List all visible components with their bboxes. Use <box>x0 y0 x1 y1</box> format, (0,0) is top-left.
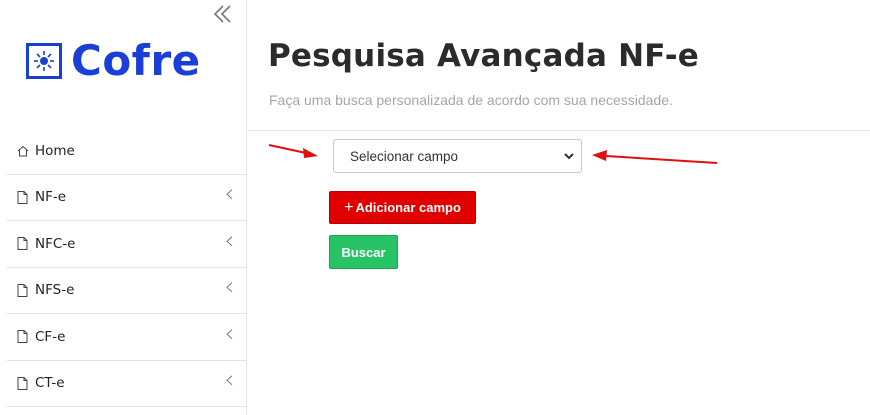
logo-text: Cofre <box>71 36 201 85</box>
divider <box>248 130 870 131</box>
search-button[interactable]: Buscar <box>329 235 398 269</box>
sidebar-item-cte[interactable]: CT-e <box>7 361 247 407</box>
page-subtitle: Faça uma busca personalizada de acordo c… <box>269 92 673 108</box>
collapse-sidebar-button[interactable] <box>212 3 234 25</box>
chevron-down-icon <box>563 150 575 165</box>
add-field-button[interactable]: + Adicionar campo <box>329 191 476 224</box>
add-field-label: Adicionar campo <box>355 200 461 215</box>
sidebar-item-nfse[interactable]: NFS-e <box>7 268 247 314</box>
sidebar-item-label: Home <box>35 142 75 159</box>
search-button-label: Buscar <box>341 244 386 260</box>
chevron-left-icon <box>226 374 233 390</box>
double-chevron-left-icon <box>213 5 231 23</box>
file-icon <box>17 190 31 204</box>
chevron-left-icon <box>226 327 233 343</box>
sidebar: Cofre Home NF-e NFC-e NFS-e CF-e CT-e <box>0 0 247 415</box>
field-select[interactable]: Selecionar campo <box>333 139 582 173</box>
plus-icon: + <box>344 198 354 216</box>
chevron-left-icon <box>226 188 233 204</box>
chevron-left-icon <box>226 234 233 250</box>
sidebar-nav: Home NF-e NFC-e NFS-e CF-e CT-e <box>7 128 247 407</box>
file-icon <box>17 330 31 344</box>
file-icon <box>17 237 31 251</box>
logo-mark <box>26 43 62 79</box>
logo[interactable]: Cofre <box>26 38 201 84</box>
file-icon <box>17 283 31 297</box>
sidebar-item-nfce[interactable]: NFC-e <box>7 221 247 268</box>
sidebar-item-label: CT-e <box>35 375 65 392</box>
sidebar-item-label: CF-e <box>35 328 66 345</box>
sidebar-item-label: NFC-e <box>35 235 76 252</box>
page-title: Pesquisa Avançada NF-e <box>268 38 699 74</box>
sidebar-item-home[interactable]: Home <box>7 128 247 175</box>
main-content: Pesquisa Avançada NF-e Faça uma busca pe… <box>248 0 870 415</box>
sidebar-item-cfe[interactable]: CF-e <box>7 314 247 361</box>
home-icon <box>17 144 31 158</box>
field-select-value: Selecionar campo <box>350 148 459 164</box>
sidebar-item-nfe[interactable]: NF-e <box>7 175 247 221</box>
file-icon <box>17 376 31 390</box>
sidebar-item-label: NF-e <box>35 189 67 206</box>
chevron-left-icon <box>226 281 233 297</box>
sidebar-item-label: NFS-e <box>35 282 75 299</box>
